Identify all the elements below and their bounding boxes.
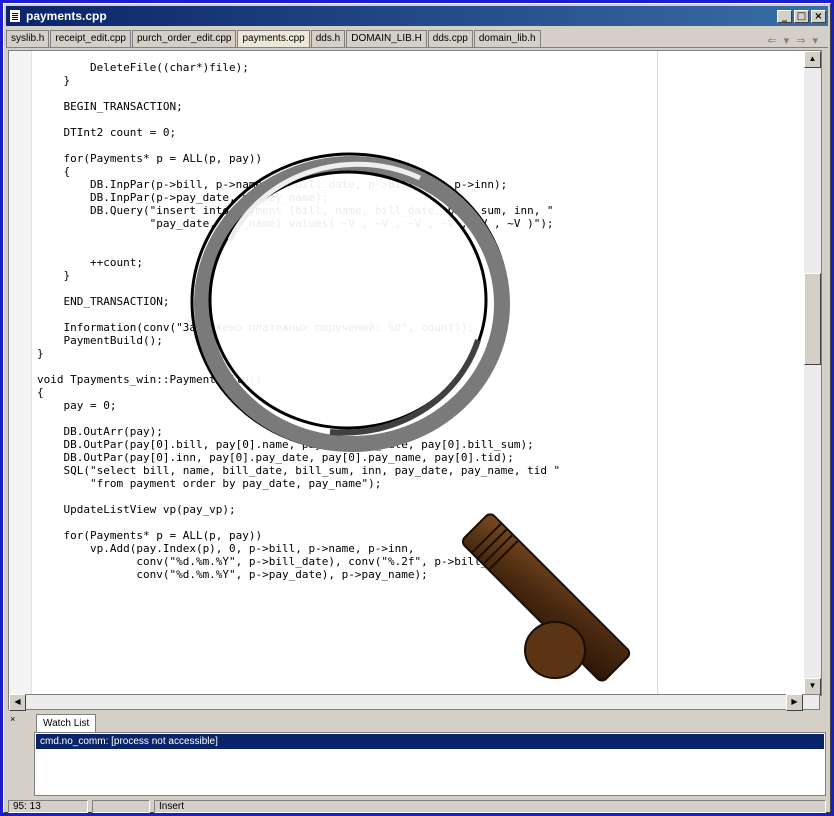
scroll-right-arrow-icon[interactable]: ▶	[786, 694, 803, 711]
scroll-up-arrow-icon[interactable]: ▲	[804, 51, 821, 68]
editor-window: payments.cpp _ □ × syslib.h receipt_edit…	[3, 3, 831, 813]
code-line[interactable]	[37, 230, 560, 243]
status-bar: 95: 13 Insert	[8, 800, 826, 814]
scroll-left-arrow-icon[interactable]: ◀	[9, 694, 26, 711]
code-line[interactable]	[37, 490, 560, 503]
code-line[interactable]: "pay_date, pay_name) values( ~V , ~V , ~…	[37, 217, 560, 230]
code-line[interactable]: DB.InpPar(p->bill, p->name, p->bill_date…	[37, 178, 560, 191]
code-line[interactable]: pay = 0;	[37, 399, 560, 412]
tab-receipt-edit-cpp[interactable]: receipt_edit.cpp	[50, 30, 131, 47]
right-margin-line	[657, 51, 658, 695]
code-line[interactable]	[37, 87, 560, 100]
code-line[interactable]: DB.OutPar(pay[0].bill, pay[0].name, pay[…	[37, 438, 560, 451]
code-line[interactable]: UpdateListView vp(pay_vp);	[37, 503, 560, 516]
tab-domain-lib-h-upper[interactable]: DOMAIN_LIB.H	[346, 30, 427, 47]
code-line[interactable]: DB.OutPar(pay[0].inn, pay[0].pay_date, p…	[37, 451, 560, 464]
code-line[interactable]: {	[37, 386, 560, 399]
code-line[interactable]: {	[37, 165, 560, 178]
code-line[interactable]	[37, 113, 560, 126]
title-bar[interactable]: payments.cpp _ □ ×	[6, 6, 828, 26]
code-text[interactable]: DeleteFile((char*)file); } BEGIN_TRANSAC…	[37, 61, 560, 581]
code-line[interactable]	[37, 308, 560, 321]
code-line[interactable]: }	[37, 347, 560, 360]
code-line[interactable]: DB.InpPar(p->pay_date, p->pay_name);	[37, 191, 560, 204]
code-line[interactable]: "from payment order by pay_date, pay_nam…	[37, 477, 560, 490]
cursor-position: 95: 13	[8, 800, 88, 813]
code-line[interactable]: for(Payments* p = ALL(p, pay))	[37, 529, 560, 542]
code-line[interactable]	[37, 139, 560, 152]
tab-domain-lib-h[interactable]: domain_lib.h	[473, 30, 541, 47]
scroll-down-arrow-icon[interactable]: ▼	[804, 678, 821, 695]
tab-dds-cpp[interactable]: dds.cpp	[427, 30, 473, 47]
editor-gutter	[9, 51, 32, 695]
code-line[interactable]: conv("%d.%m.%Y", p->pay_date), p->pay_na…	[37, 568, 560, 581]
code-editor[interactable]: DeleteFile((char*)file); } BEGIN_TRANSAC…	[8, 50, 822, 696]
code-line[interactable]	[37, 516, 560, 529]
code-line[interactable]	[37, 282, 560, 295]
file-tabs: syslib.h receipt_edit.cpp purch_order_ed…	[6, 28, 828, 48]
minimize-button[interactable]: _	[777, 9, 792, 23]
status-empty-cell	[92, 800, 150, 813]
window-title: payments.cpp	[26, 9, 107, 23]
code-line[interactable]: for(Payments* p = ALL(p, pay))	[37, 152, 560, 165]
insert-mode-indicator: Insert	[154, 800, 826, 813]
code-line[interactable]: vp.Add(pay.Index(p), 0, p->bill, p->name…	[37, 542, 560, 555]
code-line[interactable]: }	[37, 269, 560, 282]
code-line[interactable]: BEGIN_TRANSACTION;	[37, 100, 560, 113]
watch-row[interactable]: cmd.no_comm: [process not accessible]	[36, 734, 824, 749]
maximize-button[interactable]: □	[794, 9, 809, 23]
code-line[interactable]: void Tpayments_win::PaymentBuild()	[37, 373, 560, 386]
code-line[interactable]: }	[37, 74, 560, 87]
vertical-scroll-thumb[interactable]	[804, 273, 821, 365]
code-line[interactable]: ++count;	[37, 256, 560, 269]
tab-dds-h[interactable]: dds.h	[310, 30, 346, 47]
horizontal-scrollbar[interactable]: ◀ ▶	[8, 694, 820, 711]
code-line[interactable]: conv("%d.%m.%Y", p->bill_date), conv("%.…	[37, 555, 560, 568]
code-line[interactable]: END_TRANSACTION;	[37, 295, 560, 308]
code-line[interactable]: PaymentBuild();	[37, 334, 560, 347]
code-line[interactable]	[37, 243, 560, 256]
tab-syslib-h[interactable]: syslib.h	[6, 30, 50, 47]
code-line[interactable]: DTInt2 count = 0;	[37, 126, 560, 139]
watch-panel: × Watch List cmd.no_comm: [process not a…	[8, 712, 826, 796]
code-line[interactable]	[37, 412, 560, 425]
code-line[interactable]: SQL("select bill, name, bill_date, bill_…	[37, 464, 560, 477]
document-icon	[10, 10, 20, 22]
code-line[interactable]: DB.OutArr(pay);	[37, 425, 560, 438]
tab-navigation-arrows[interactable]: ⇐ ▾ ⇒ ▾	[767, 34, 828, 47]
code-line[interactable]: Information(conv("Загружено платежных по…	[37, 321, 560, 334]
watch-close-icon[interactable]: ×	[10, 714, 15, 724]
watch-list-tab[interactable]: Watch List	[36, 714, 97, 732]
code-line[interactable]: DB.Query("insert into payment (bill, nam…	[37, 204, 560, 217]
close-button[interactable]: ×	[811, 9, 826, 23]
code-line[interactable]	[37, 360, 560, 373]
tab-payments-cpp[interactable]: payments.cpp	[237, 30, 310, 47]
watch-list[interactable]: cmd.no_comm: [process not accessible]	[34, 732, 826, 796]
vertical-scrollbar[interactable]: ▲ ▼	[804, 51, 821, 695]
tab-purch-order-edit-cpp[interactable]: purch_order_edit.cpp	[131, 30, 237, 47]
code-line[interactable]: DeleteFile((char*)file);	[37, 61, 560, 74]
